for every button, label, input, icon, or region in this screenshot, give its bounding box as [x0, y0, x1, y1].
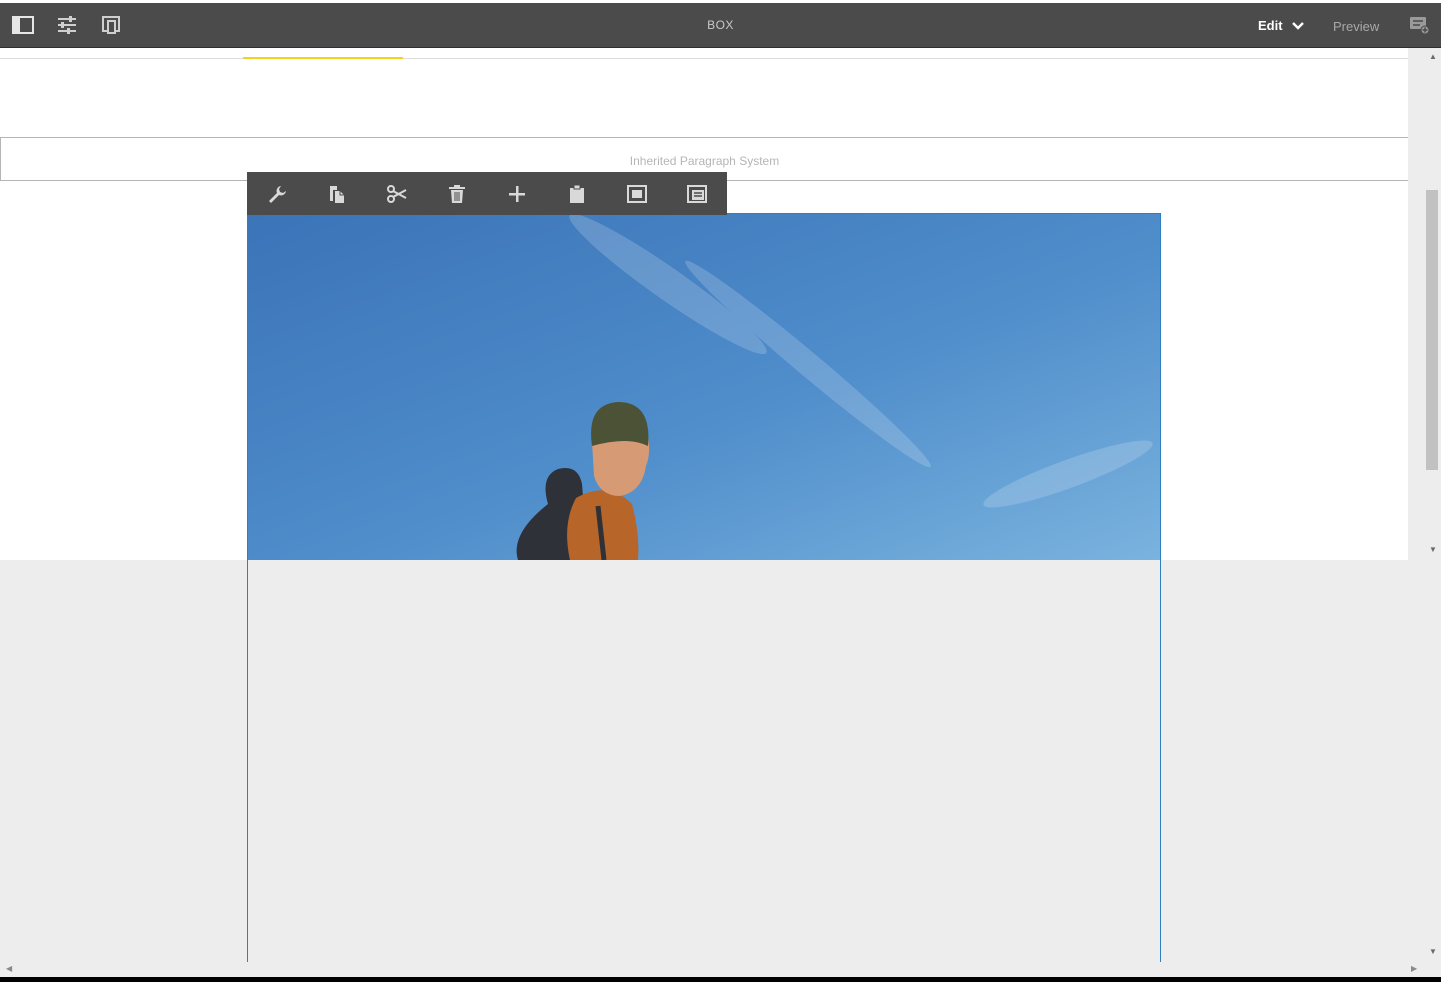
configure-icon[interactable]	[247, 172, 307, 215]
copy-icon[interactable]	[307, 172, 367, 215]
emulator-icon[interactable]	[98, 12, 124, 38]
image-component[interactable]	[248, 214, 1160, 560]
window-bottom-edge	[0, 977, 1441, 982]
scroll-left-icon[interactable]: ◀	[6, 964, 12, 973]
component-toolbar	[247, 172, 727, 215]
annotations-icon[interactable]	[1406, 12, 1432, 38]
insert-icon[interactable]	[487, 172, 547, 215]
preview-button[interactable]: Preview	[1333, 19, 1379, 34]
page-properties-icon[interactable]	[54, 12, 80, 38]
horizontal-scrollbar[interactable]: ◀ ▶	[0, 960, 1425, 977]
active-tab-indicator	[243, 57, 403, 59]
scroll-down-icon[interactable]: ▼	[1429, 545, 1437, 554]
scroll-up-icon[interactable]: ▲	[1429, 52, 1437, 61]
scroll-right-icon[interactable]: ▶	[1411, 964, 1417, 973]
page-scrollbar[interactable]: ▲ ▼	[1423, 48, 1441, 558]
editor-header: BOX Edit Preview	[0, 3, 1441, 48]
group-icon[interactable]	[607, 172, 667, 215]
mode-selector[interactable]: Edit	[1258, 18, 1305, 33]
page-canvas: Inherited Paragraph System	[0, 48, 1408, 560]
parsys-label: Inherited Paragraph System	[629, 154, 780, 168]
chevron-down-icon	[1291, 21, 1304, 30]
side-panel-icon[interactable]	[10, 12, 36, 38]
divider	[0, 58, 1408, 59]
parent-icon[interactable]	[667, 172, 727, 215]
cut-icon[interactable]	[367, 172, 427, 215]
frame-scroll-down-icon[interactable]: ▼	[1429, 947, 1437, 956]
paste-icon[interactable]	[547, 172, 607, 215]
scrollbar-thumb[interactable]	[1426, 190, 1438, 470]
page-title: BOX	[707, 18, 734, 32]
delete-icon[interactable]	[427, 172, 487, 215]
mode-label: Edit	[1258, 18, 1283, 33]
image-icon	[248, 214, 1160, 560]
